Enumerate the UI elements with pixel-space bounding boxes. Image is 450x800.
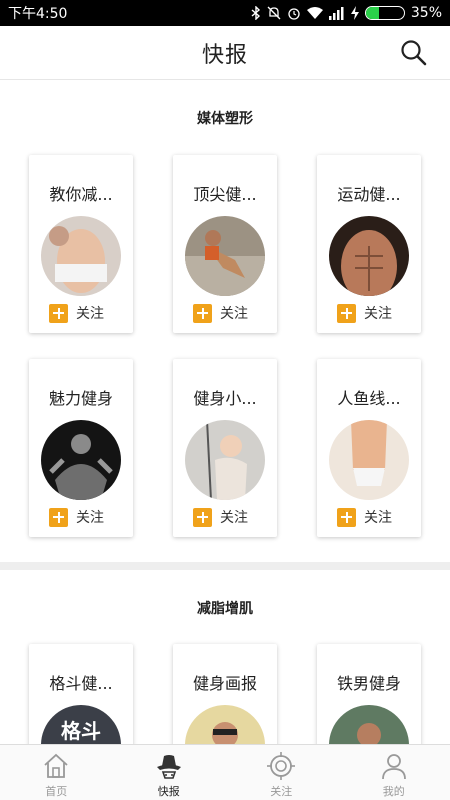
tab-follow[interactable]: 关注 (225, 745, 338, 800)
channel-card[interactable]: 格斗健... 格斗 关注 (29, 644, 133, 744)
channel-avatar: 格斗 (41, 705, 121, 744)
signal-icon (328, 6, 344, 20)
target-icon (267, 752, 296, 780)
channel-card[interactable]: 魅力健身 关注 (29, 359, 133, 537)
plus-icon (193, 507, 212, 527)
app-header: 快报 (0, 26, 450, 80)
plus-icon (49, 303, 68, 323)
channel-name: 魅力健身 (48, 389, 113, 408)
bluetooth-icon (251, 6, 260, 20)
follow-button[interactable]: 关注 (337, 303, 392, 323)
follow-label: 关注 (220, 510, 248, 526)
channel-name: 顶尖健... (193, 185, 257, 204)
feed-content[interactable]: 媒体塑形 教你减... 关注 顶尖健... 关注 运动健... 关注 魅力健身 … (0, 80, 450, 744)
follow-button[interactable]: 关注 (337, 507, 392, 527)
mute-bell-icon (267, 6, 281, 20)
wifi-icon (306, 6, 323, 19)
tab-home[interactable]: 首页 (0, 745, 113, 800)
status-icons: 35% (251, 5, 442, 21)
battery-icon (364, 6, 405, 20)
channel-card[interactable]: 人鱼线... 关注 (317, 359, 421, 537)
channel-avatar (329, 705, 409, 744)
charging-icon (350, 6, 359, 20)
channel-avatar (185, 705, 265, 744)
section-title: 减脂增肌 (197, 601, 253, 617)
channel-name: 健身小... (193, 389, 257, 408)
channel-avatar (41, 420, 121, 500)
follow-button[interactable]: 关注 (49, 303, 104, 323)
follow-label: 关注 (220, 306, 248, 322)
search-icon[interactable] (400, 39, 428, 67)
follow-label: 关注 (364, 510, 392, 526)
channel-avatar (329, 420, 409, 500)
channel-name: 人鱼线... (337, 389, 401, 408)
battery-text: 35% (410, 5, 442, 21)
channel-avatar (185, 216, 265, 296)
channel-avatar (329, 216, 409, 296)
follow-button[interactable]: 关注 (193, 303, 248, 323)
alarm-icon (288, 8, 300, 20)
tab-label: 我的 (382, 785, 405, 798)
home-icon (44, 753, 68, 778)
plus-icon (337, 303, 356, 323)
follow-button[interactable]: 关注 (49, 507, 104, 527)
channel-name: 格斗健... (49, 674, 113, 693)
bottom-tab-bar: 首页 快报 关注 我的 (0, 744, 450, 800)
section-title: 媒体塑形 (197, 111, 253, 127)
channel-name: 铁男健身 (336, 674, 401, 693)
tab-label: 首页 (45, 785, 68, 798)
status-bar: 下午4:50 35% (0, 0, 450, 26)
channel-avatar (41, 216, 121, 296)
tab-news[interactable]: 快报 (113, 745, 226, 800)
plus-icon (337, 507, 356, 527)
follow-label: 关注 (76, 306, 104, 322)
follow-label: 关注 (364, 306, 392, 322)
channel-name: 教你减... (49, 185, 113, 204)
channel-card[interactable]: 运动健... 关注 (317, 155, 421, 333)
channel-card[interactable]: 铁男健身 关注 (317, 644, 421, 744)
tab-label: 关注 (270, 785, 293, 798)
status-time: 下午4:50 (8, 6, 68, 22)
channel-name: 运动健... (337, 185, 401, 204)
channel-card[interactable]: 顶尖健... 关注 (173, 155, 277, 333)
tab-me[interactable]: 我的 (338, 745, 450, 800)
page-title: 快报 (201, 42, 248, 68)
follow-label: 关注 (76, 510, 104, 526)
avatar-logo-text: 格斗 (61, 719, 101, 743)
section-divider (0, 562, 450, 570)
detective-hat-icon (156, 755, 181, 779)
person-icon (381, 754, 406, 780)
tab-label: 快报 (157, 785, 180, 798)
plus-icon (49, 507, 68, 527)
channel-name: 健身画报 (192, 674, 257, 693)
channel-card[interactable]: 教你减... 关注 (29, 155, 133, 333)
follow-button[interactable]: 关注 (193, 507, 248, 527)
plus-icon (193, 303, 212, 323)
channel-avatar (185, 420, 265, 500)
channel-card[interactable]: 健身小... 关注 (173, 359, 277, 537)
channel-card[interactable]: 健身画报 关注 (173, 644, 277, 744)
